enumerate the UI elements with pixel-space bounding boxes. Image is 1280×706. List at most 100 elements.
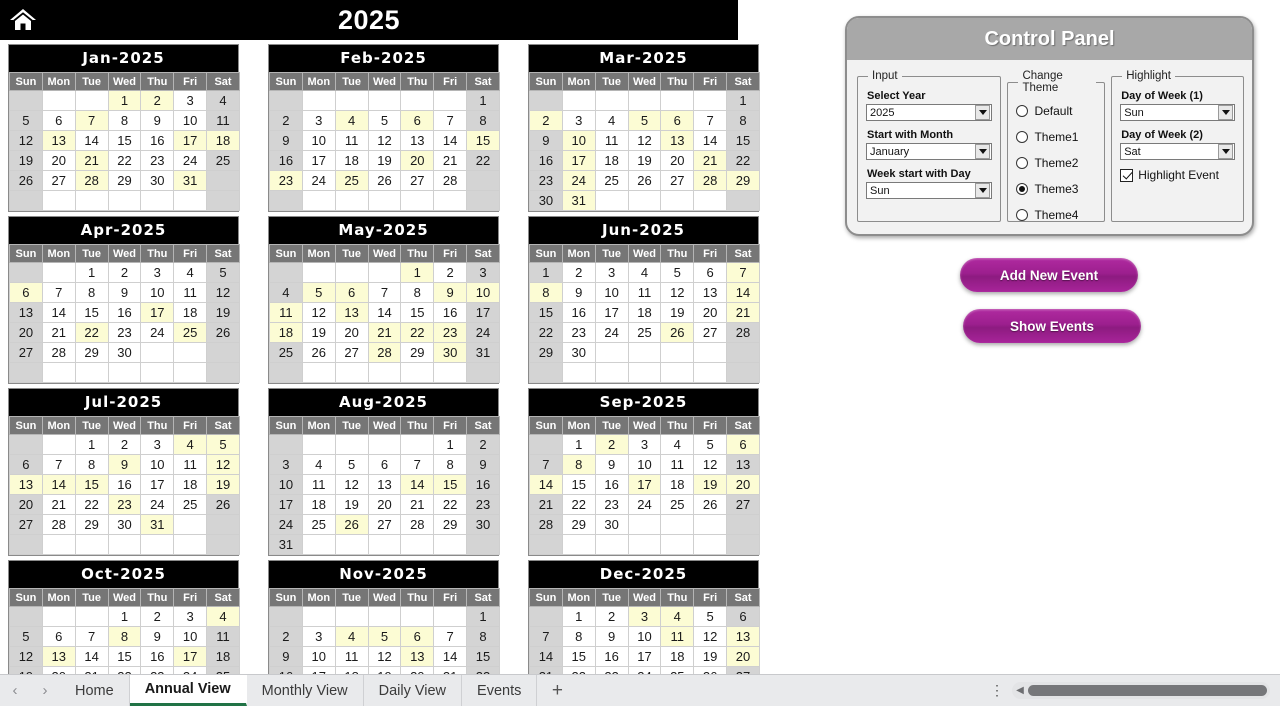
- day-cell[interactable]: 11: [660, 454, 695, 475]
- day-cell[interactable]: 31: [561, 190, 596, 211]
- day-cell[interactable]: 12: [693, 454, 728, 475]
- day-cell[interactable]: 28: [433, 170, 468, 191]
- day-cell[interactable]: 31: [173, 170, 208, 191]
- day-cell[interactable]: 15: [466, 646, 500, 667]
- day-cell[interactable]: 4: [173, 434, 208, 455]
- day-cell[interactable]: 19: [301, 322, 336, 343]
- day-cell[interactable]: 26: [693, 666, 728, 674]
- day-cell[interactable]: 2: [466, 434, 500, 455]
- day-cell[interactable]: 2: [140, 606, 175, 627]
- day-cell[interactable]: 27: [367, 514, 402, 535]
- day-cell[interactable]: 3: [301, 110, 336, 131]
- day-cell[interactable]: 12: [627, 130, 662, 151]
- day-cell[interactable]: 25: [301, 514, 336, 535]
- day-cell[interactable]: 13: [726, 626, 760, 647]
- day-cell[interactable]: 1: [726, 90, 760, 111]
- day-cell[interactable]: 16: [594, 646, 629, 667]
- day-cell[interactable]: 1: [107, 90, 142, 111]
- day-cell[interactable]: 23: [269, 170, 303, 191]
- day-cell[interactable]: 17: [140, 474, 175, 495]
- day-cell[interactable]: 5: [334, 454, 369, 475]
- start-month-dropdown[interactable]: January: [866, 143, 993, 160]
- day-cell[interactable]: 16: [594, 474, 629, 495]
- day-cell[interactable]: 23: [529, 170, 563, 191]
- day-cell[interactable]: 3: [173, 606, 208, 627]
- day-cell[interactable]: 31: [269, 534, 303, 555]
- day-cell[interactable]: 19: [367, 666, 402, 674]
- day-cell[interactable]: 24: [561, 170, 596, 191]
- day-cell[interactable]: 26: [206, 494, 240, 515]
- day-cell[interactable]: 5: [367, 626, 402, 647]
- day-cell[interactable]: 4: [334, 626, 369, 647]
- day-cell[interactable]: 4: [173, 262, 208, 283]
- day-cell[interactable]: 6: [693, 262, 728, 283]
- day-cell[interactable]: 2: [433, 262, 468, 283]
- day-cell[interactable]: 13: [367, 474, 402, 495]
- day-cell[interactable]: 2: [107, 262, 142, 283]
- day-cell[interactable]: 23: [140, 150, 175, 171]
- day-cell[interactable]: 19: [334, 494, 369, 515]
- select-year-dropdown[interactable]: 2025: [866, 104, 993, 121]
- day-cell[interactable]: 13: [9, 474, 43, 495]
- day-cell[interactable]: 18: [269, 322, 303, 343]
- day-cell[interactable]: 23: [140, 666, 175, 674]
- day-cell[interactable]: 6: [41, 110, 76, 131]
- day-cell[interactable]: 18: [660, 474, 695, 495]
- day-cell[interactable]: 29: [400, 342, 435, 363]
- day-cell[interactable]: 3: [301, 626, 336, 647]
- day-cell[interactable]: 3: [140, 434, 175, 455]
- day-cell[interactable]: 17: [269, 494, 303, 515]
- day-cell[interactable]: 27: [9, 342, 43, 363]
- theme-radio-theme2[interactable]: Theme2: [1016, 152, 1096, 173]
- day-cell[interactable]: 15: [107, 130, 142, 151]
- day-cell[interactable]: 8: [466, 626, 500, 647]
- home-icon[interactable]: [0, 7, 46, 33]
- day-cell[interactable]: 13: [41, 646, 76, 667]
- day-cell[interactable]: 3: [269, 454, 303, 475]
- day-cell[interactable]: 17: [561, 150, 596, 171]
- sheet-tab-home[interactable]: Home: [60, 675, 130, 706]
- day-cell[interactable]: 19: [206, 302, 240, 323]
- day-cell[interactable]: 30: [466, 514, 500, 535]
- day-cell[interactable]: 8: [466, 110, 500, 131]
- day-cell[interactable]: 2: [107, 434, 142, 455]
- day-cell[interactable]: 5: [206, 434, 240, 455]
- day-cell[interactable]: 30: [561, 342, 596, 363]
- day-cell[interactable]: 10: [627, 454, 662, 475]
- day-cell[interactable]: 12: [206, 454, 240, 475]
- day-cell[interactable]: 16: [269, 666, 303, 674]
- day-cell[interactable]: 14: [74, 646, 109, 667]
- day-cell[interactable]: 26: [9, 170, 43, 191]
- day-cell[interactable]: 6: [9, 454, 43, 475]
- day-cell[interactable]: 7: [400, 454, 435, 475]
- day-cell[interactable]: 7: [693, 110, 728, 131]
- day-cell[interactable]: 1: [466, 90, 500, 111]
- day-cell[interactable]: 10: [173, 626, 208, 647]
- day-cell[interactable]: 18: [660, 646, 695, 667]
- day-cell[interactable]: 10: [627, 626, 662, 647]
- day-cell[interactable]: 13: [9, 302, 43, 323]
- day-cell[interactable]: 12: [206, 282, 240, 303]
- day-cell[interactable]: 29: [561, 514, 596, 535]
- day-cell[interactable]: 6: [9, 282, 43, 303]
- day-cell[interactable]: 7: [41, 282, 76, 303]
- day-cell[interactable]: 16: [107, 474, 142, 495]
- day-cell[interactable]: 22: [561, 494, 596, 515]
- day-cell[interactable]: 11: [206, 626, 240, 647]
- day-cell[interactable]: 7: [74, 110, 109, 131]
- day-cell[interactable]: 27: [726, 666, 760, 674]
- day-cell[interactable]: 16: [140, 646, 175, 667]
- day-cell[interactable]: 23: [107, 322, 142, 343]
- day-cell[interactable]: 3: [594, 262, 629, 283]
- day-cell[interactable]: 22: [74, 322, 109, 343]
- day-cell[interactable]: 10: [269, 474, 303, 495]
- day-cell[interactable]: 1: [561, 606, 596, 627]
- day-cell[interactable]: 14: [693, 130, 728, 151]
- day-cell[interactable]: 12: [9, 646, 43, 667]
- day-cell[interactable]: 20: [693, 302, 728, 323]
- day-cell[interactable]: 12: [367, 646, 402, 667]
- day-cell[interactable]: 29: [433, 514, 468, 535]
- day-cell[interactable]: 17: [301, 150, 336, 171]
- day-cell[interactable]: 10: [466, 282, 500, 303]
- day-cell[interactable]: 15: [74, 474, 109, 495]
